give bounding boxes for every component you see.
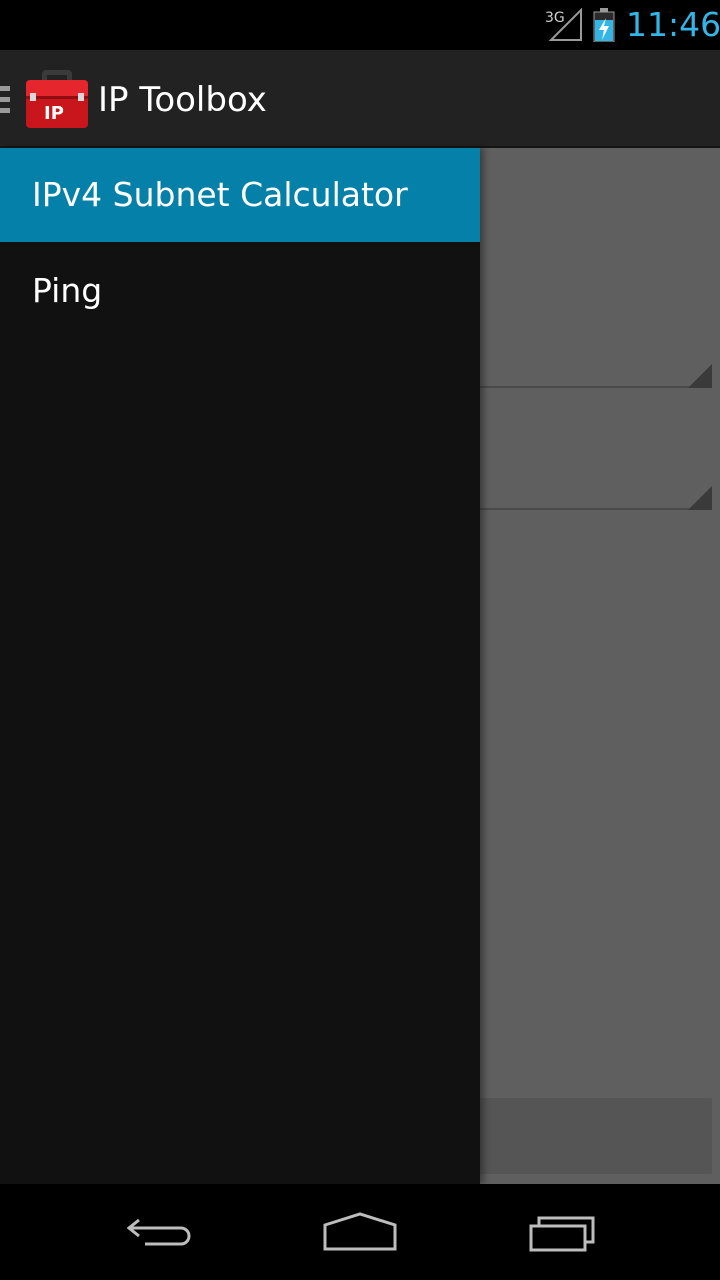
home-button[interactable] <box>315 1206 405 1258</box>
back-icon <box>126 1218 191 1246</box>
app-title: IP Toolbox <box>98 80 267 120</box>
recents-button[interactable] <box>518 1206 608 1258</box>
drawer-indicator-icon[interactable] <box>0 84 12 116</box>
screen: 3G 11:46 IP IP Toolbox IPv4 Subnet Calcu… <box>0 0 720 1280</box>
clock: 11:46 <box>626 5 720 44</box>
spinner-corner-icon <box>688 486 712 510</box>
signal-icon: 3G <box>545 8 582 41</box>
toolbox-icon[interactable]: IP <box>24 66 90 132</box>
drawer-item-ipv4-subnet-calculator[interactable]: IPv4 Subnet Calculator <box>0 148 480 242</box>
back-button[interactable] <box>115 1206 205 1258</box>
navigation-drawer: IPv4 Subnet Calculator Ping <box>0 148 480 1184</box>
battery-charging-icon <box>593 8 615 42</box>
input-field-2[interactable] <box>480 504 712 510</box>
spinner-corner-icon <box>688 364 712 388</box>
recents-icon <box>529 1216 595 1252</box>
system-nav-bar <box>0 1184 720 1280</box>
drawer-item-ping[interactable]: Ping <box>0 244 480 338</box>
status-bar: 3G 11:46 <box>0 0 720 50</box>
calculate-button[interactable] <box>480 1098 712 1174</box>
app-icon-label: IP <box>44 103 64 124</box>
input-field-1[interactable] <box>480 382 712 388</box>
network-type-label: 3G <box>545 10 565 26</box>
action-bar: IP IP Toolbox <box>0 50 720 146</box>
home-icon <box>323 1212 397 1251</box>
